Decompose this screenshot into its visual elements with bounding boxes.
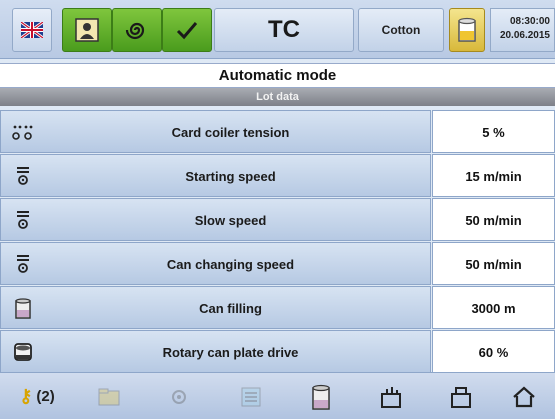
- home-button[interactable]: [495, 377, 553, 416]
- parameter-label-button[interactable]: Slow speed: [0, 198, 431, 241]
- folder-button[interactable]: [80, 377, 138, 416]
- operator-icon: [75, 18, 99, 42]
- parameter-label: Can changing speed: [166, 257, 295, 272]
- speed-icon: [17, 255, 29, 273]
- key-icon: ⚷: [19, 386, 33, 406]
- parameter-row: Rotary can plate drive 60 %: [0, 330, 555, 373]
- parameter-row: Slow speed 50 m/min: [0, 198, 555, 241]
- date-time-display: 08:30:00 20.06.2015: [490, 8, 555, 52]
- parameter-label: Card coiler tension: [171, 125, 290, 140]
- machine-name: TC: [214, 8, 354, 52]
- speed-icon: [17, 167, 29, 185]
- gear-icon: [172, 389, 186, 404]
- keys-count: (2): [36, 388, 55, 405]
- export-button[interactable]: [362, 377, 420, 416]
- parameter-label-button[interactable]: Can changing speed: [0, 242, 431, 285]
- confirm-button[interactable]: [162, 8, 212, 52]
- can-icon: [312, 384, 330, 410]
- keys-button[interactable]: ⚷ (2): [2, 377, 72, 416]
- top-toolbar: TC Cotton 08:30:00 20.06.2015: [0, 0, 555, 59]
- box-in-icon: [451, 386, 471, 408]
- parameter-row: Can changing speed 50 m/min: [0, 242, 555, 285]
- import-button[interactable]: [432, 377, 490, 416]
- parameter-label-button[interactable]: Starting speed: [0, 154, 431, 197]
- time-text: 08:30:00: [509, 16, 550, 27]
- parameter-label: Slow speed: [194, 213, 267, 228]
- parameter-value-field[interactable]: 5 %: [432, 110, 555, 153]
- box-out-icon: [381, 386, 401, 408]
- tension-icon: [12, 125, 33, 140]
- speed-icon: [17, 211, 29, 229]
- date-text: 20.06.2015: [499, 30, 550, 41]
- parameter-value-field[interactable]: 3000 m: [432, 286, 555, 329]
- can-filling-icon: [15, 298, 31, 319]
- parameter-value-field[interactable]: 60 %: [432, 330, 555, 373]
- bottom-toolbar: ⚷ (2): [0, 372, 555, 419]
- list-icon: [241, 387, 261, 406]
- parameter-label-button[interactable]: Card coiler tension: [0, 110, 431, 153]
- parameter-row: Card coiler tension 5 %: [0, 110, 555, 153]
- parameter-value-field[interactable]: 15 m/min: [432, 154, 555, 197]
- production-button[interactable]: [112, 8, 162, 52]
- parameter-label-button[interactable]: Can filling: [0, 286, 431, 329]
- rotary-plate-icon: [14, 343, 32, 361]
- parameter-value-field[interactable]: 50 m/min: [432, 242, 555, 285]
- section-header: Lot data: [0, 88, 555, 106]
- parameter-row: Starting speed 15 m/min: [0, 154, 555, 197]
- can-status-button[interactable]: [449, 8, 485, 52]
- list-button[interactable]: [222, 377, 280, 416]
- can-icon: [458, 17, 476, 42]
- parameter-label: Rotary can plate drive: [162, 345, 299, 360]
- mode-title: Automatic mode: [0, 63, 555, 88]
- parameter-row: Can filling 3000 m: [0, 286, 555, 329]
- parameter-label-button[interactable]: Rotary can plate drive: [0, 330, 431, 373]
- spiral-icon: [125, 22, 145, 40]
- settings-button[interactable]: [150, 377, 208, 416]
- parameter-label: Can filling: [199, 301, 262, 316]
- parameter-value-field[interactable]: 50 m/min: [432, 198, 555, 241]
- folder-icon: [98, 388, 120, 405]
- operator-button[interactable]: [62, 8, 112, 52]
- can-button[interactable]: [292, 377, 350, 416]
- parameter-label: Starting speed: [185, 169, 276, 184]
- checkmark-icon: [176, 22, 198, 40]
- language-button[interactable]: [12, 8, 52, 52]
- flag-icon: [21, 22, 43, 38]
- material-label: Cotton: [358, 8, 444, 52]
- home-icon: [513, 386, 535, 407]
